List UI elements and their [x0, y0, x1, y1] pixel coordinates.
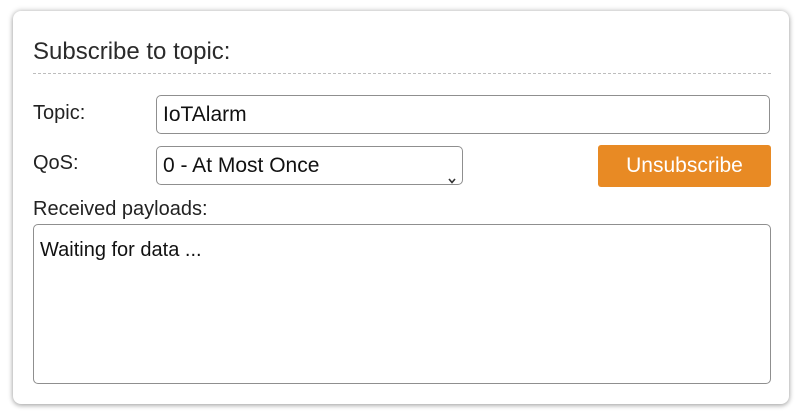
- payloads-label: Received payloads:: [33, 198, 208, 220]
- title-divider: [33, 73, 771, 74]
- unsubscribe-button[interactable]: Unsubscribe: [598, 145, 771, 187]
- payloads-textarea[interactable]: Waiting for data ...: [33, 224, 771, 384]
- topic-label: Topic:: [33, 102, 86, 124]
- panel-title: Subscribe to topic:: [33, 38, 231, 65]
- qos-label: QoS:: [33, 152, 79, 174]
- topic-input[interactable]: [156, 95, 770, 134]
- chevron-down-icon: [447, 161, 457, 184]
- qos-selected-value: 0 - At Most Once: [163, 154, 320, 177]
- qos-select[interactable]: 0 - At Most Once: [156, 146, 463, 185]
- subscribe-panel: Subscribe to topic: Topic: QoS: 0 - At M…: [13, 11, 789, 404]
